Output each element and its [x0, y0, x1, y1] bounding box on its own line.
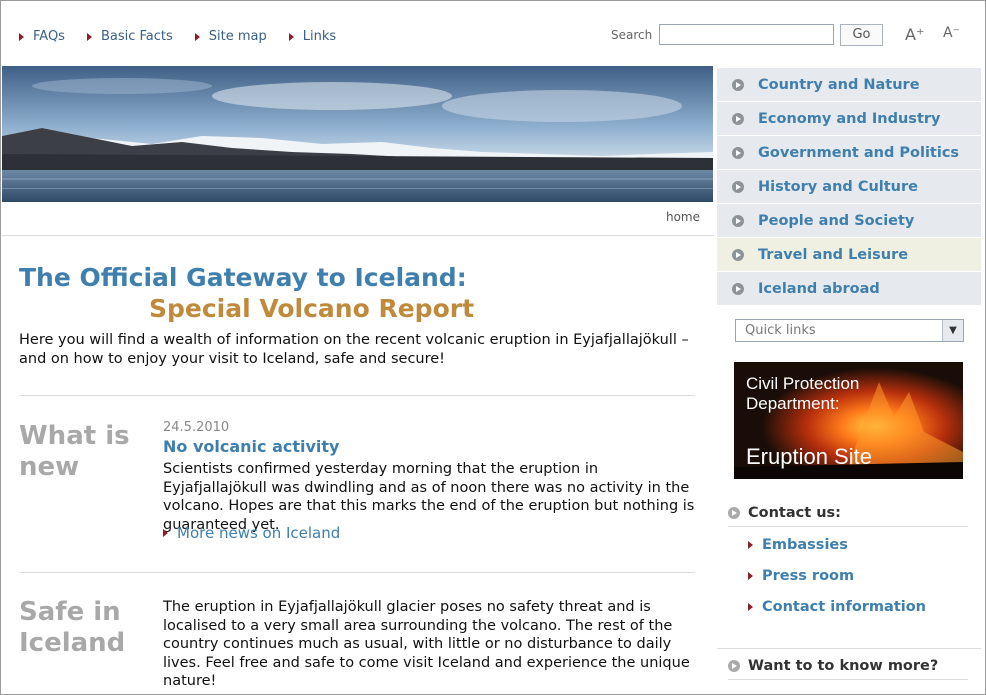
page-subtitle: Special Volcano Report	[149, 294, 475, 323]
side-nav-label: History and Culture	[758, 178, 918, 195]
top-nav-links[interactable]: Links	[288, 29, 337, 44]
news-title-link[interactable]: No volcanic activity	[163, 437, 339, 456]
divider	[728, 526, 968, 527]
more-news-link[interactable]: More news on Iceland	[163, 524, 340, 542]
decrease-font-icon[interactable]: A⁻	[943, 25, 960, 41]
contact-link-label: Embassies	[762, 537, 848, 553]
intro-text: Here you will find a wealth of informati…	[19, 332, 689, 367]
circle-arrow-icon	[728, 507, 740, 519]
top-nav-label: Basic Facts	[100, 29, 173, 44]
divider	[728, 679, 968, 680]
bullet-arrow-icon	[194, 32, 200, 41]
circle-arrow-icon	[732, 146, 744, 159]
bullet-arrow-icon	[163, 529, 168, 537]
news-body: Scientists confirmed yesterday morning t…	[163, 461, 695, 533]
contact-heading: Contact us:	[728, 505, 841, 521]
contact-link-label: Contact information	[762, 599, 927, 615]
page-title: The Official Gateway to Iceland:	[19, 263, 467, 292]
side-nav: Country and Nature Economy and Industry …	[717, 68, 981, 306]
bullet-arrow-icon	[748, 603, 753, 611]
contact-link-press-room[interactable]: Press room	[748, 568, 854, 584]
breadcrumb-home[interactable]: home	[666, 210, 700, 224]
side-nav-label: Country and Nature	[758, 76, 920, 93]
side-nav-item-government-and-politics[interactable]: Government and Politics	[717, 136, 981, 170]
divider	[19, 395, 695, 396]
top-nav-label: Links	[302, 29, 337, 44]
side-nav-item-people-and-society[interactable]: People and Society	[717, 204, 981, 238]
increase-font-icon[interactable]: A⁺	[905, 25, 924, 44]
side-nav-label: People and Society	[758, 212, 915, 229]
circle-arrow-icon	[732, 248, 744, 261]
contact-link-embassies[interactable]: Embassies	[748, 537, 848, 553]
top-nav-faqs[interactable]: FAQs	[19, 29, 65, 44]
eruption-site-label: Eruption Site	[746, 444, 872, 469]
top-nav-label: FAQs	[33, 29, 65, 44]
divider	[2, 235, 714, 236]
bullet-arrow-icon	[19, 32, 24, 41]
side-nav-label: Government and Politics	[758, 144, 960, 161]
side-nav-item-economy-and-industry[interactable]: Economy and Industry	[717, 102, 981, 136]
circle-arrow-icon	[732, 214, 744, 227]
browser-page: FAQs Basic Facts Site map Links Search G…	[0, 0, 986, 695]
side-nav-label: Travel and Leisure	[758, 246, 909, 263]
top-nav-site-map[interactable]: Site map	[194, 29, 267, 44]
want-more-label: Want to to know more?	[748, 658, 939, 674]
civil-protection-banner[interactable]: Civil Protection Department: Eruption Sit…	[734, 362, 963, 479]
side-nav-item-history-and-culture[interactable]: History and Culture	[717, 170, 981, 204]
civil-protection-line2: Department:	[746, 394, 840, 413]
search-label: Search	[611, 28, 653, 42]
side-nav-item-travel-and-leisure[interactable]: Travel and Leisure	[717, 238, 981, 272]
circle-arrow-icon	[732, 78, 744, 91]
civil-protection-line1: Civil Protection	[746, 374, 860, 393]
section-heading-safe-in-iceland: Safe in Iceland	[19, 597, 126, 658]
chevron-down-icon[interactable]: ▼	[942, 320, 963, 341]
bullet-arrow-icon	[748, 541, 753, 549]
divider	[19, 572, 695, 573]
side-nav-label: Economy and Industry	[758, 110, 941, 127]
quick-links-value: Quick links	[745, 323, 816, 338]
divider	[717, 648, 981, 649]
quick-links-select[interactable]: Quick links ▼	[735, 319, 964, 342]
side-nav-label: Iceland abroad	[758, 280, 880, 297]
bullet-arrow-icon	[288, 32, 294, 41]
top-nav-basic-facts[interactable]: Basic Facts	[86, 29, 173, 44]
want-more-heading: Want to to know more?	[728, 658, 938, 674]
safe-body: The eruption in Eyjafjallajökull glacier…	[163, 599, 690, 689]
side-nav-item-country-and-nature[interactable]: Country and Nature	[717, 68, 981, 102]
contact-link-label: Press room	[762, 568, 855, 584]
circle-arrow-icon	[732, 180, 744, 193]
bullet-arrow-icon	[86, 32, 92, 41]
top-nav-label: Site map	[208, 29, 267, 44]
search-input[interactable]	[659, 24, 834, 45]
circle-arrow-icon	[728, 660, 740, 672]
bullet-arrow-icon	[748, 572, 753, 580]
civil-protection-title: Civil Protection Department:	[746, 374, 859, 414]
search-go-button[interactable]: Go	[840, 24, 883, 46]
circle-arrow-icon	[732, 112, 744, 125]
section-heading-whats-new: What is new	[19, 421, 130, 482]
contact-link-contact-information[interactable]: Contact information	[748, 599, 926, 615]
header-landscape-image	[2, 66, 713, 202]
contact-heading-label: Contact us:	[748, 505, 841, 521]
more-news-label: More news on Iceland	[177, 524, 341, 542]
side-nav-item-iceland-abroad[interactable]: Iceland abroad	[717, 272, 981, 306]
news-date: 24.5.2010	[163, 420, 230, 435]
circle-arrow-icon	[732, 282, 744, 295]
top-nav: FAQs Basic Facts Site map Links	[19, 29, 358, 44]
